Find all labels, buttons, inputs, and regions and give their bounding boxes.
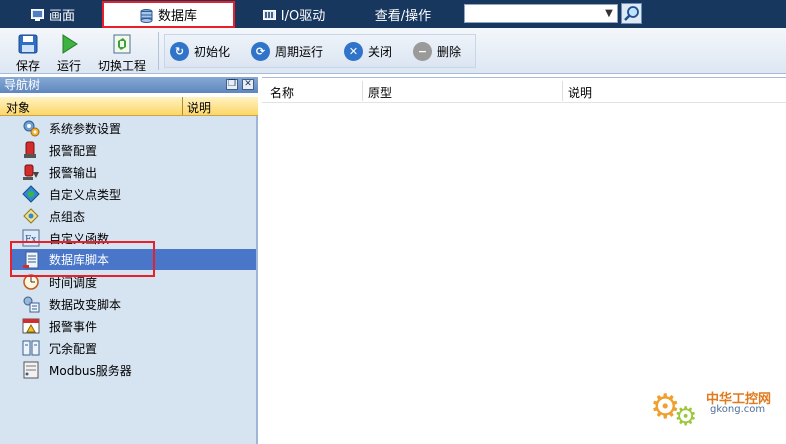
tree-item-label: 系统参数设置 [49,121,122,136]
tree-item-label: 自定义函数 [49,231,110,246]
tree-item-custom-function[interactable]: Fx 自定义函数 [22,228,109,248]
svg-text:Fx: Fx [25,235,36,245]
search-icon [624,6,639,21]
tree-item-alarm-event[interactable]: 报警事件 [22,316,97,336]
watermark-logo: ⚙ ⚙ 中华工控网 gkong.com [648,382,784,440]
toolbar: 保存 运行 切换工程 ↻ 初始化 ⟳ 周期运行 ✕ 关闭 − 删除 [0,28,786,74]
monitor-icon [30,8,44,21]
play-icon [62,34,78,54]
search-button[interactable] [621,3,642,24]
initialize-button[interactable]: ↻ 初始化 [170,40,230,62]
tree-item-label: 报警输出 [49,165,98,180]
tree-item-label: 冗余配置 [49,341,98,356]
tree-item-database-script[interactable]: 数据库脚本 [12,249,256,270]
tree-item-redundancy[interactable]: 冗余配置 [22,338,97,358]
column-divider[interactable] [362,81,363,101]
tree-item-label: 时间调度 [49,275,98,290]
tree-item-system-params[interactable]: 系统参数设置 [22,118,121,138]
restore-icon[interactable]: ❐ [226,79,238,90]
tab-io-driver-label: I/O驱动 [280,9,326,24]
data-change-script-icon [23,296,40,313]
switch-project-button[interactable]: 切换工程 [96,30,148,74]
watermark-url: gkong.com [710,404,766,415]
toolbar-separator [158,32,159,70]
tab-screen-label: 画面 [48,9,75,24]
header-description[interactable]: 说明 [568,84,592,101]
column-divider[interactable] [562,81,563,101]
tree-item-label: 数据改变脚本 [49,297,122,312]
tab-view-operate[interactable]: 查看/操作 [358,3,448,26]
tab-view-operate-label: 查看/操作 [374,9,432,24]
point-config-icon [23,208,39,224]
save-label: 保存 [15,59,40,73]
search-input[interactable]: ▼ [464,4,618,23]
run-button[interactable]: 运行 [54,30,84,74]
delete-label: 删除 [437,44,462,59]
tree-item-modbus-server[interactable]: Modbus服务器 [22,360,132,380]
chevron-down-icon[interactable]: ▼ [603,6,615,21]
gears-icon [23,120,40,137]
close-icon[interactable]: ✕ [242,79,254,90]
tree-item-label: Modbus服务器 [49,363,132,378]
save-icon [18,34,38,54]
cycle-run-label: 周期运行 [275,44,324,59]
database-script-icon [23,251,39,268]
col-object[interactable]: 对象 [6,99,30,116]
tab-screen[interactable]: 画面 [8,3,98,26]
close-icon: ✕ [344,41,363,61]
top-tab-bar: 画面 数据库 I/O驱动 查看/操作 ▼ [0,0,786,28]
column-divider[interactable] [182,97,183,115]
col-description[interactable]: 说明 [187,99,211,116]
switch-project-icon [113,34,131,54]
tree-item-label: 报警配置 [49,143,98,158]
modbus-server-icon [23,361,39,379]
header-name[interactable]: 名称 [270,84,294,101]
cycle-run-button[interactable]: ⟳ 周期运行 [251,40,323,62]
cycle-icon: ⟳ [251,41,270,61]
close-label: 关闭 [368,44,393,59]
close-button[interactable]: ✕ 关闭 [344,40,392,62]
table-header: 名称 原型 说明 [262,78,786,103]
nav-panel-header: 导航树 ❐ ✕ [0,77,258,93]
save-button[interactable]: 保存 [12,30,44,74]
gear-icon: ⚙ [674,402,698,432]
tree-item-point-config[interactable]: 点组态 [22,206,85,226]
tab-database[interactable]: 数据库 [102,1,235,28]
tree-item-label: 数据库脚本 [49,253,110,267]
nav-column-header: 对象 说明 [0,97,258,116]
alarm-event-icon [22,318,40,334]
delete-button[interactable]: − 删除 [413,40,461,62]
initialize-label: 初始化 [194,44,231,59]
run-label: 运行 [56,59,81,73]
tree-item-alarm-config[interactable]: 报警配置 [22,140,97,160]
nav-tree: 系统参数设置 报警配置 报警输出 自定义点类型 点组态 Fx 自定义函数 数据库… [0,116,258,444]
tree-item-alarm-output[interactable]: 报警输出 [22,162,97,182]
custom-point-type-icon [22,185,40,203]
alarm-output-icon [23,164,39,180]
io-driver-icon [262,9,276,21]
clock-icon [23,274,39,290]
tab-io-driver[interactable]: I/O驱动 [240,3,348,26]
database-icon [140,8,153,23]
tree-item-time-schedule[interactable]: 时间调度 [22,272,97,292]
switch-project-label: 切换工程 [97,59,146,73]
alarm-config-icon [24,141,36,158]
function-icon: Fx [22,229,40,247]
tree-item-label: 自定义点类型 [49,187,122,202]
header-prototype[interactable]: 原型 [368,84,392,101]
refresh-icon: ↻ [170,41,189,61]
minus-icon: − [413,41,432,61]
tree-item-custom-point-type[interactable]: 自定义点类型 [22,184,121,204]
tree-item-label: 报警事件 [49,319,98,334]
tab-database-label: 数据库 [157,9,197,24]
tree-item-label: 点组态 [49,209,86,224]
tree-item-data-change-script[interactable]: 数据改变脚本 [22,294,121,314]
nav-title: 导航树 [4,78,41,92]
redundancy-icon [22,340,40,356]
